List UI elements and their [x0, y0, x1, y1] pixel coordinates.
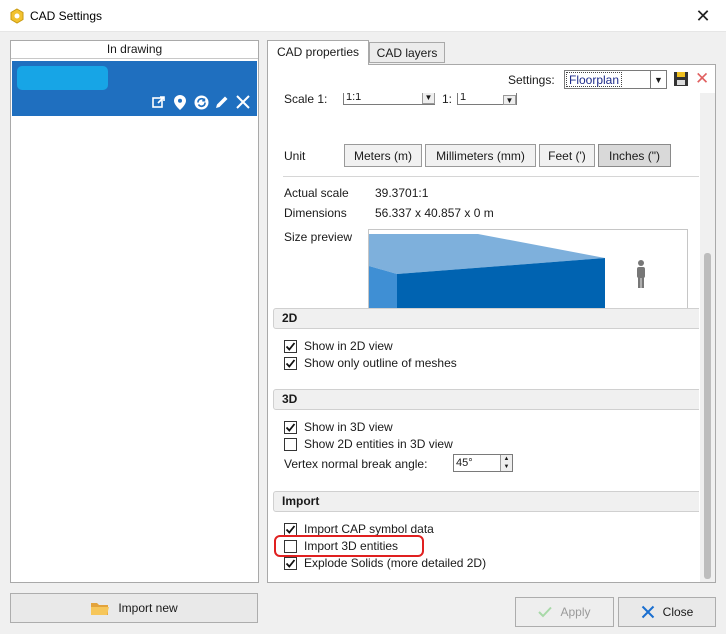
show-in-3d-checkbox[interactable]: [284, 421, 297, 434]
drawings-header: In drawing: [11, 41, 258, 59]
checkmark-icon: [538, 606, 553, 618]
explode-solids-checkbox[interactable]: [284, 557, 297, 570]
scale-value-2: 1: [460, 93, 467, 103]
show-2d-entities-3d-label: Show 2D entities in 3D view: [304, 437, 453, 451]
close-label: Close: [662, 605, 694, 619]
size-preview-label: Size preview: [284, 230, 353, 244]
title-bar: CAD Settings ✕: [0, 0, 726, 32]
settings-row: Settings: Floorplan ▼ ✕: [268, 65, 715, 93]
dimensions-value: 56.337 x 40.857 x 0 m: [375, 206, 494, 220]
actual-scale-label: Actual scale: [284, 186, 349, 200]
scale-value-1: 1:1: [346, 93, 362, 103]
unit-feet-button[interactable]: Feet ('): [539, 144, 595, 167]
close-button[interactable]: Close: [618, 597, 716, 627]
refresh-icon[interactable]: [193, 94, 209, 110]
vertex-angle-label: Vertex normal break angle:: [284, 457, 428, 471]
properties-scrollbar[interactable]: [700, 93, 715, 582]
show-in-3d-label: Show in 3D view: [304, 420, 393, 434]
remove-icon[interactable]: [235, 94, 251, 110]
dimensions-label: Dimensions: [284, 206, 347, 220]
spin-down-icon[interactable]: ▼: [503, 95, 516, 105]
section-2d-header: 2D: [273, 308, 699, 329]
window-title: CAD Settings: [30, 9, 103, 23]
edit-pencil-icon[interactable]: [214, 94, 230, 110]
vertex-angle-stepper[interactable]: 45° ▲ ▼: [453, 454, 513, 472]
spin-down-icon[interactable]: ▼: [501, 463, 512, 471]
scale-label: Scale 1:: [284, 93, 328, 106]
unit-inches-button[interactable]: Inches ("): [598, 144, 671, 167]
location-pin-icon[interactable]: [172, 94, 188, 110]
unit-millimeters-button[interactable]: Millimeters (mm): [425, 144, 536, 167]
show-in-2d-label: Show in 2D view: [304, 339, 393, 353]
import-cap-symbol-label: Import CAP symbol data: [304, 522, 434, 536]
drawings-panel: In drawing: [10, 40, 259, 583]
settings-label: Settings:: [508, 73, 555, 87]
actual-scale-value: 39.3701:1: [375, 186, 429, 200]
person-scale-icon: [637, 260, 645, 288]
show-in-2d-checkbox[interactable]: [284, 340, 297, 353]
apply-label: Apply: [560, 605, 591, 619]
vertex-angle-value: 45°: [456, 457, 473, 469]
unit-label: Unit: [284, 149, 306, 163]
tab-cad-properties[interactable]: CAD properties: [267, 40, 369, 65]
spin-up-icon[interactable]: ▲: [501, 455, 512, 463]
size-preview-canvas: [368, 229, 688, 319]
properties-scroll-area: Scale 1: 1:1 ▼ 1: 1 ▼ Unit Meters (m) Mi…: [268, 93, 699, 582]
import-new-label: Import new: [118, 601, 178, 615]
scale-label-2: 1:: [442, 93, 453, 106]
divider: [283, 176, 699, 177]
tab-cad-layers[interactable]: CAD layers: [369, 42, 445, 63]
drawing-list-item[interactable]: [12, 61, 257, 116]
open-external-icon[interactable]: [151, 94, 167, 110]
highlight-annotation: [274, 535, 424, 557]
show-2d-entities-3d-checkbox[interactable]: [284, 438, 297, 451]
section-import-header: Import: [273, 491, 699, 512]
section-3d-header: 3D: [273, 389, 699, 410]
window-close-button[interactable]: ✕: [680, 0, 726, 32]
settings-selected-value: Floorplan: [566, 72, 623, 87]
cad-properties-panel: Settings: Floorplan ▼ ✕ Scale 1: 1:1 ▼ 1…: [267, 64, 716, 583]
settings-select[interactable]: Floorplan ▼: [564, 70, 667, 89]
chevron-down-icon[interactable]: ▼: [650, 71, 666, 88]
close-icon: [641, 605, 654, 619]
show-outline-meshes-checkbox[interactable]: [284, 357, 297, 370]
show-outline-meshes-label: Show only outline of meshes: [304, 356, 457, 370]
explode-solids-label: Explode Solids (more detailed 2D): [304, 556, 487, 570]
folder-icon: [91, 603, 110, 615]
unit-meters-button[interactable]: Meters (m): [344, 144, 422, 167]
delete-setting-icon[interactable]: ✕: [695, 69, 709, 89]
scrollbar-thumb[interactable]: [704, 253, 711, 579]
chevron-down-icon[interactable]: ▼: [422, 93, 435, 104]
apply-button[interactable]: Apply: [515, 597, 614, 627]
app-logo-icon: [10, 8, 24, 24]
drawing-name-badge: [17, 66, 108, 90]
import-new-button[interactable]: Import new: [10, 593, 258, 623]
save-icon[interactable]: [673, 71, 689, 87]
